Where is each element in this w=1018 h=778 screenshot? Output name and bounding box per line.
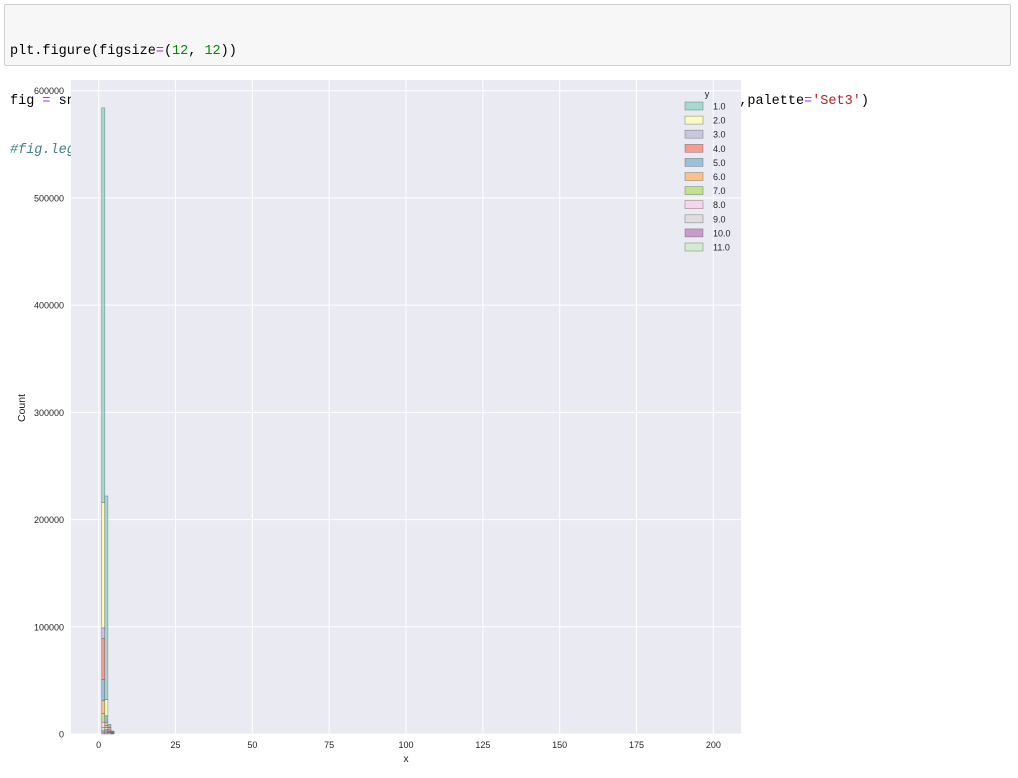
bar-segment [110, 730, 115, 732]
legend-label: 10.0 [713, 228, 731, 238]
legend-swatch [684, 228, 704, 238]
legend-swatch [684, 144, 704, 153]
legend-label: 7.0 [713, 186, 726, 196]
bar-segment [101, 721, 106, 728]
legend-label: 9.0 [713, 214, 726, 224]
y-tick-label: 600000 [34, 86, 64, 96]
legend-swatch [684, 158, 704, 167]
legend-label: 8.0 [713, 200, 726, 210]
legend-title: y [705, 89, 710, 99]
x-tick-label: 150 [552, 740, 567, 750]
bar-segment [101, 700, 106, 714]
bar-segment [107, 724, 112, 728]
legend-label: 6.0 [713, 172, 726, 182]
legend-swatch [684, 200, 704, 209]
x-tick-label: 50 [247, 740, 257, 750]
x-tick-label: 100 [398, 740, 413, 750]
y-axis-label: Count [16, 394, 28, 422]
y-tick-label: 0 [59, 730, 64, 740]
bar-segment [104, 727, 109, 731]
x-tick-label: 0 [96, 740, 101, 750]
bar-segment [101, 627, 106, 639]
y-tick-label: 100000 [34, 622, 64, 632]
legend-label: 5.0 [713, 158, 726, 168]
x-tick-label: 200 [706, 740, 721, 750]
x-tick-label: 175 [629, 740, 644, 750]
y-tick-label: 200000 [34, 515, 64, 525]
histogram-figure: 0 25 50 75 100 125 150 175 200 0 100000 200000 3000… [16, 80, 741, 765]
legend-swatch [684, 172, 704, 181]
legend-label: 2.0 [713, 116, 726, 126]
legend-swatch [684, 101, 704, 111]
x-axis-label: x [403, 753, 409, 765]
bar-segment [104, 699, 109, 717]
x-tick-labels: 0 25 50 75 100 125 150 175 200 [96, 740, 721, 750]
bar-segment [101, 727, 106, 732]
legend-label: 11.0 [713, 243, 730, 253]
legend-swatch [684, 242, 704, 252]
bar-segment [104, 715, 109, 723]
bar-segment [104, 495, 109, 700]
legend-label: 4.0 [713, 144, 726, 154]
bar-segment [104, 725, 109, 728]
legend-swatch [684, 129, 704, 139]
bar-segment [104, 721, 109, 726]
bar-segment [101, 502, 106, 629]
bar-segment [101, 107, 106, 503]
y-tick-labels: 0 100000 200000 300000 400000 500000 600000 [34, 86, 64, 739]
bar-segment [101, 679, 106, 702]
legend-swatch [684, 214, 704, 224]
legend-label: 3.0 [713, 130, 726, 140]
x-tick-label: 75 [324, 740, 334, 750]
y-tick-label: 500000 [34, 193, 64, 203]
x-tick-label: 125 [475, 740, 490, 750]
bar-segment [101, 713, 106, 723]
legend-swatch [684, 115, 704, 125]
bar-segment [101, 730, 106, 734]
legend-label: 1.0 [713, 102, 726, 112]
y-tick-label: 300000 [34, 408, 64, 418]
bar-segment [101, 638, 106, 680]
x-tick-label: 25 [170, 740, 180, 750]
bar-segment [104, 730, 109, 734]
y-tick-label: 400000 [34, 301, 64, 311]
legend-swatch [684, 186, 704, 195]
